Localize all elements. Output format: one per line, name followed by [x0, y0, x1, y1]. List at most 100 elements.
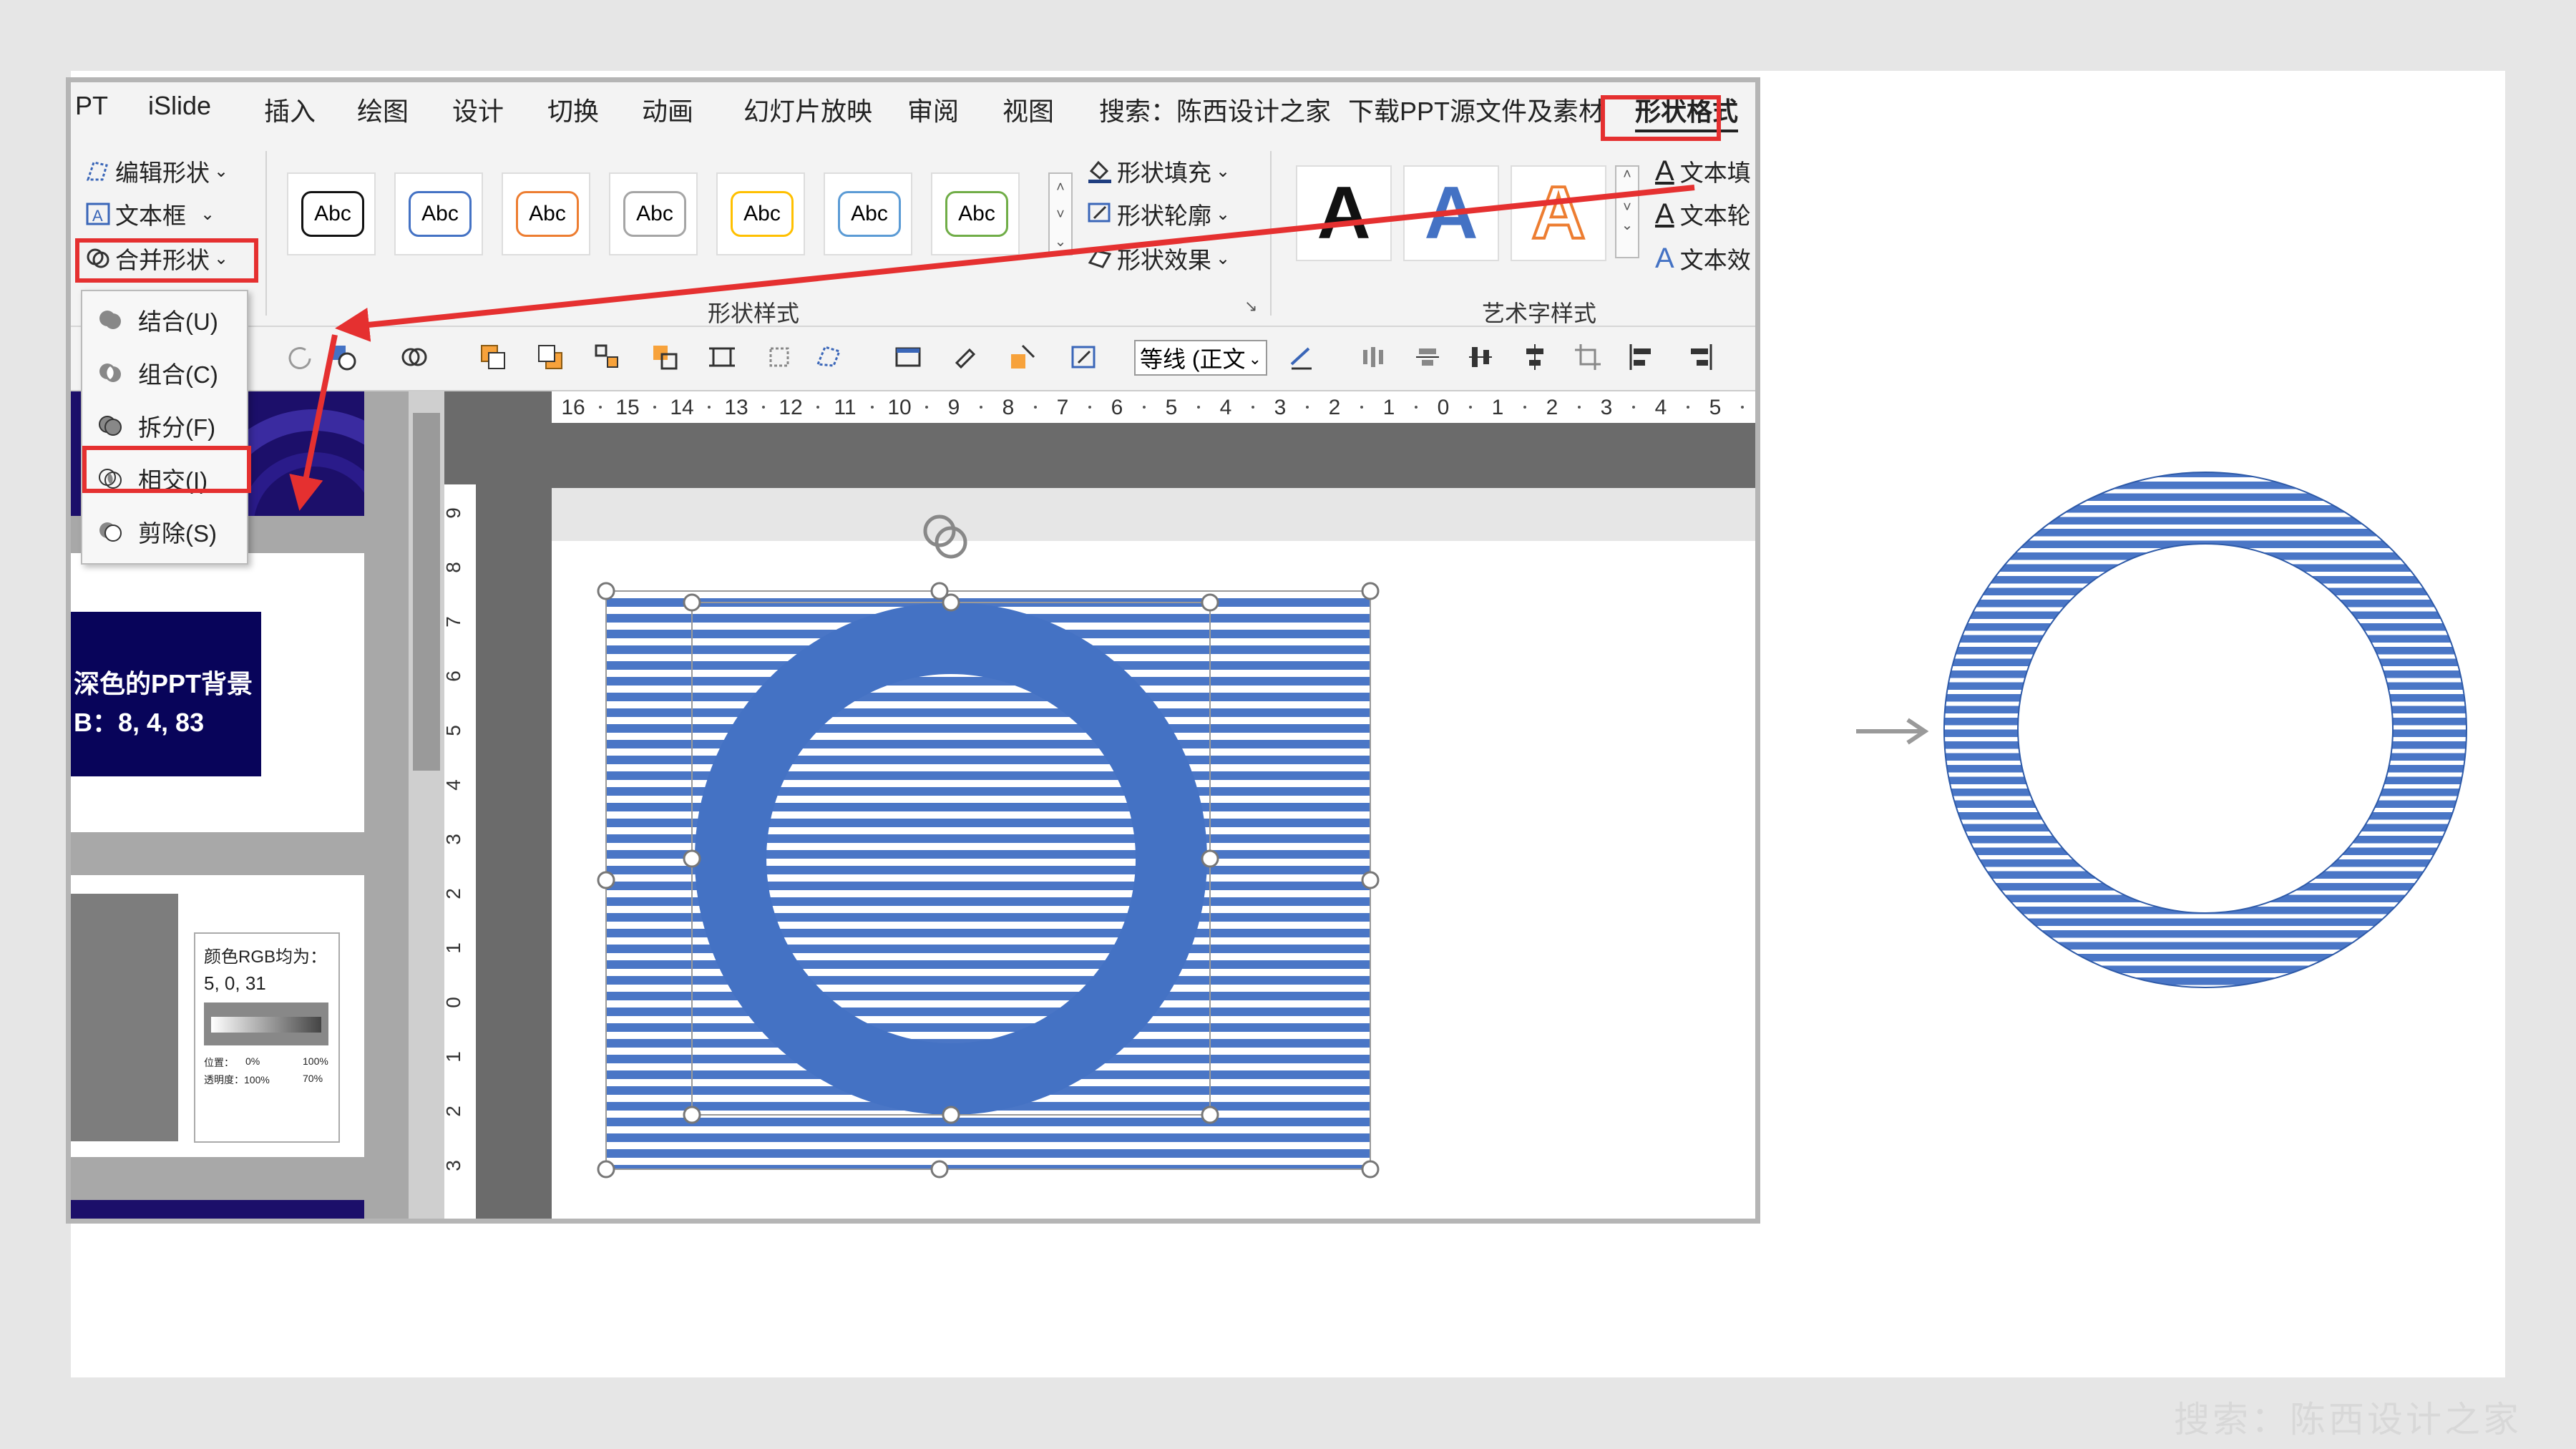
slide-thumbnail-2-line2: B：8, 4, 83: [74, 708, 205, 737]
canvas-shapes: [597, 514, 1380, 1179]
shape-effect-icon: [1088, 250, 1112, 268]
shape-style-1[interactable]: Abc: [287, 172, 376, 255]
crop-frame-icon[interactable]: [708, 343, 736, 371]
shape-style-5[interactable]: Abc: [716, 172, 805, 255]
shape-style-2[interactable]: Abc: [394, 172, 483, 255]
tab-insert[interactable]: 插入: [264, 91, 316, 128]
ruler-tick-label: 9: [444, 507, 464, 519]
menu-item-subtract[interactable]: 剪除(S): [97, 514, 217, 549]
tab-view[interactable]: 视图: [1002, 91, 1054, 128]
shape-fill-button[interactable]: 形状填充 ⌄: [1087, 154, 1230, 188]
ruler-tick-label: 3: [444, 834, 464, 845]
align-right-icon[interactable]: [1685, 343, 1714, 371]
slide-thumbnail-3[interactable]: 颜色RGB均为： 5, 0, 31 位置： 0% 100% 透明度：100% 7…: [71, 875, 364, 1157]
menu-item-combine[interactable]: 组合(C): [97, 356, 218, 390]
text-fill-button[interactable]: A 文本填: [1655, 154, 1751, 188]
rotate-icon[interactable]: [1287, 343, 1316, 371]
note-box: 颜色RGB均为： 5, 0, 31 位置： 0% 100% 透明度：100% 7…: [194, 932, 340, 1143]
slide-thumbnail-2[interactable]: 深色的PPT背景 B：8, 4, 83: [71, 553, 364, 832]
tab-slideshow[interactable]: 幻灯片放映: [743, 91, 872, 128]
text-effect-button[interactable]: A 文本效: [1655, 241, 1751, 275]
textbox-button[interactable]: A 文本框 ⌄: [85, 197, 215, 231]
insert-shape-icon[interactable]: [1008, 343, 1037, 371]
edit-points-icon[interactable]: [815, 343, 844, 371]
alt-text-icon[interactable]: [1070, 343, 1098, 371]
thumbnail-scrollbar[interactable]: [409, 391, 444, 1219]
menu-item-fragment[interactable]: 拆分(F): [97, 409, 215, 443]
text-effect-icon: A: [1655, 242, 1674, 274]
rotate-handle-icon[interactable]: [923, 514, 967, 559]
text-outline-icon: A: [1655, 197, 1674, 230]
ruler-tick-label: 0: [1438, 396, 1450, 419]
bring-forward-icon[interactable]: [479, 343, 507, 371]
group-icon[interactable]: [593, 343, 622, 371]
paint-bucket-icon: [1088, 160, 1111, 183]
ruler-tick-label: 8: [1002, 396, 1015, 419]
shape-styles-group-label: 形状样式: [708, 301, 800, 326]
tab-animations[interactable]: 动画: [642, 91, 693, 128]
shape-style-3[interactable]: Abc: [502, 172, 590, 255]
tab-islide[interactable]: iSlide: [148, 91, 211, 121]
watermark-text: 搜索：陈西设计之家: [2174, 1400, 2522, 1440]
tab-transitions[interactable]: 切换: [547, 91, 599, 128]
ungroup-icon[interactable]: [650, 343, 679, 371]
dialog-launcher-icon[interactable]: ↘: [1244, 297, 1257, 316]
ruler-tick-label: 1: [444, 942, 464, 954]
tab-search-info: 搜索：陈西设计之家: [1099, 97, 1332, 126]
union-icon: [99, 311, 121, 329]
wordart-scroll[interactable]: ˄ ˅ ⌄: [1615, 165, 1639, 258]
ruler-tick-label: 13: [724, 396, 748, 419]
textbox-small-icon[interactable]: [894, 343, 922, 371]
redo-icon[interactable]: [286, 343, 314, 371]
text-outline-button[interactable]: A 文本轮: [1655, 197, 1751, 231]
format-painter-icon[interactable]: [951, 343, 980, 371]
scrollbar-thumb[interactable]: [413, 413, 440, 771]
align-center-h-icon[interactable]: [1521, 343, 1549, 371]
slide-thumbnail-4[interactable]: [71, 1200, 364, 1219]
menu-item-union[interactable]: 结合(U): [97, 303, 218, 337]
wordart-style-1[interactable]: A: [1296, 165, 1392, 261]
shape-style-7-label: Abc: [945, 191, 1008, 237]
wordart-style-3[interactable]: A: [1511, 165, 1606, 261]
ruler-tick-mark: [1306, 406, 1309, 409]
shape-effect-button[interactable]: 形状效果 ⌄: [1087, 241, 1230, 275]
shape-style-7[interactable]: Abc: [931, 172, 1020, 255]
ribbon-separator: [1270, 151, 1272, 316]
ruler-tick-mark: [1088, 406, 1091, 409]
align-distribute-icon[interactable]: [1359, 343, 1387, 371]
ruler-tick-mark: [599, 406, 602, 409]
slide-thumbnail-2-line1: 深色的PPT背景: [74, 669, 253, 698]
ruler-tick-label: 6: [444, 670, 464, 682]
selection-pane-icon[interactable]: [765, 343, 794, 371]
text-outline-label: 文本轮: [1679, 203, 1751, 229]
shape-style-4[interactable]: Abc: [609, 172, 698, 255]
edit-shape-button[interactable]: 编辑形状 ⌄: [85, 154, 228, 188]
ruler-tick-label: 4: [1220, 396, 1232, 419]
shapes-icon[interactable]: [328, 343, 357, 371]
shape-outline-label: 形状轮廓: [1117, 203, 1211, 229]
wordart-style-2[interactable]: A: [1403, 165, 1499, 261]
shape-style-scroll[interactable]: ˄ ˅ ⌄: [1048, 172, 1073, 255]
send-backward-icon[interactable]: [536, 343, 565, 371]
crop-icon[interactable]: [1574, 343, 1602, 371]
tab-review[interactable]: 审阅: [907, 91, 959, 128]
ruler-tick-label: 0: [444, 997, 464, 1008]
more-styles-icon: ⌄: [1054, 234, 1067, 250]
align-center-v-icon[interactable]: [1413, 343, 1442, 371]
fragment-icon: [99, 416, 122, 436]
ruler-tick-label: 12: [779, 396, 802, 419]
shape-style-6[interactable]: Abc: [824, 172, 912, 255]
merge-icon[interactable]: [400, 343, 429, 371]
tab-ppt[interactable]: PT: [75, 91, 108, 121]
font-selector[interactable]: 等线 (正文 ⌄: [1134, 340, 1267, 376]
ruler-tick-mark: [1523, 406, 1526, 409]
shape-outline-button[interactable]: 形状轮廓 ⌄: [1087, 197, 1230, 231]
tab-draw[interactable]: 绘图: [357, 91, 409, 128]
align-left-icon[interactable]: [1628, 343, 1657, 371]
quick-toolbar: 等线 (正文 ⌄: [71, 328, 1755, 391]
tab-design[interactable]: 设计: [452, 91, 504, 128]
align-middle-icon[interactable]: [1466, 343, 1495, 371]
menu-item-combine-label: 组合(C): [138, 361, 218, 388]
ruler-tick-mark: [1415, 406, 1418, 409]
horizontal-ruler: 16 15 14 13 12 11 10 9 8 7 6 5 4 3 2 1 0 1 2 3 4 5: [552, 391, 1755, 423]
